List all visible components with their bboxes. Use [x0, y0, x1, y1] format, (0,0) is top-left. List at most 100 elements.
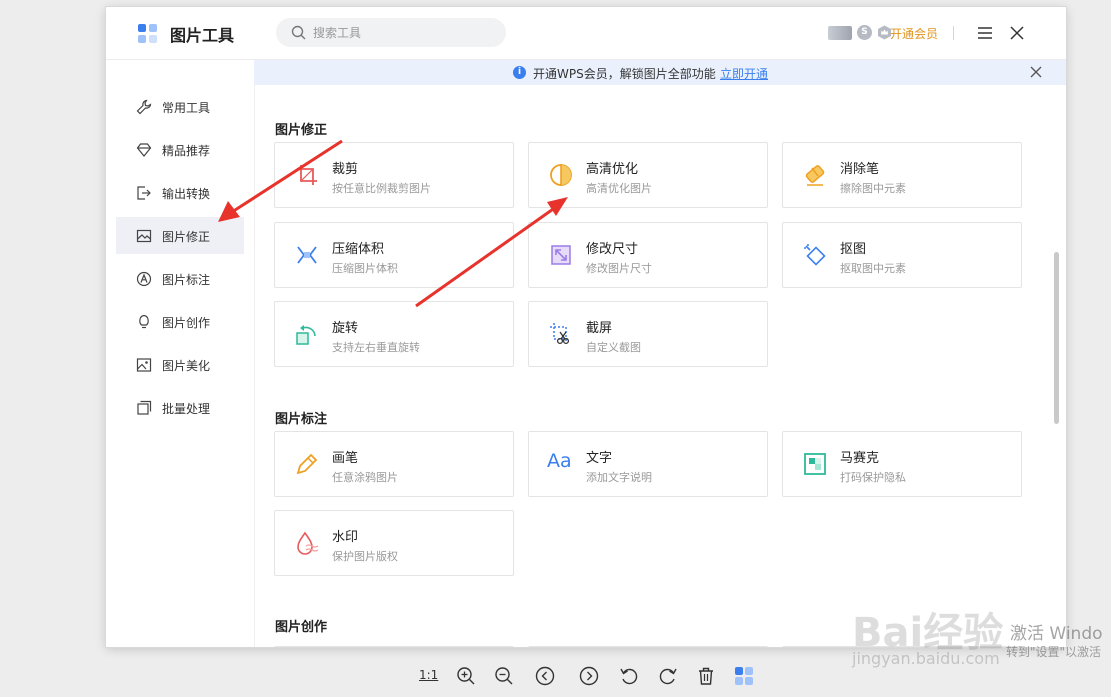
delete-icon[interactable]: [696, 666, 716, 686]
card-desc: 添加文字说明: [586, 471, 652, 484]
card-title: 修改尺寸: [586, 242, 639, 257]
card-desc: 自定义截图: [586, 341, 641, 354]
card-desc: 压缩图片体积: [332, 262, 398, 275]
sidebar-item-label: 图片美化: [162, 359, 211, 373]
watermark-icon: [297, 531, 319, 555]
card-desc: 保护图片版权: [332, 550, 398, 563]
card-desc: 任意涂鸦图片: [332, 471, 398, 484]
card-title: 压缩体积: [332, 242, 385, 257]
card-desc: 按任意比例裁剪图片: [332, 182, 431, 195]
tool-card-cutout[interactable]: 抠图 抠取图中元素: [782, 222, 1022, 288]
sidebar-item-label: 输出转换: [162, 187, 211, 201]
banner-close-icon[interactable]: [1030, 66, 1042, 78]
tool-card-eraser[interactable]: 消除笔 擦除图中元素: [782, 142, 1022, 208]
sidebar-item-batch[interactable]: 批量处理: [116, 389, 244, 426]
app-logo-icon: [138, 24, 158, 44]
ratio-button[interactable]: 1:1: [419, 668, 438, 682]
card-title: 截屏: [586, 321, 613, 336]
card-desc: 打码保护隐私: [840, 471, 906, 484]
tool-content: 图片修正 裁剪 按任意比例裁剪图片 高清优化 高清优化图片 消除笔 擦除图中元素…: [254, 85, 1066, 647]
section-title: 图片标注: [275, 412, 328, 427]
scrollbar-thumb[interactable]: [1054, 252, 1059, 424]
sidebar-item-label: 图片标注: [162, 273, 211, 287]
export-icon: [137, 186, 151, 200]
menu-icon[interactable]: [976, 24, 994, 42]
avatar[interactable]: [828, 26, 852, 40]
tool-card-text[interactable]: Aa 文字 添加文字说明: [528, 431, 768, 497]
hd-icon: [550, 164, 572, 186]
card-title: 裁剪: [332, 162, 359, 177]
sidebar-item-label: 图片创作: [162, 316, 211, 330]
search-box[interactable]: [276, 18, 506, 47]
rotate-right-icon[interactable]: [658, 666, 678, 686]
resize-icon: [551, 245, 571, 265]
windows-activation-subtext: 转到"设置"以激活: [1006, 645, 1102, 659]
tool-card-hd[interactable]: 高清优化 高清优化图片: [528, 142, 768, 208]
rotate-icon: [296, 325, 316, 345]
close-icon[interactable]: [1008, 24, 1026, 42]
section-title: 图片修正: [275, 123, 328, 138]
zoom-out-icon[interactable]: [494, 666, 514, 686]
card-title: 画笔: [332, 451, 359, 466]
bulb-icon: [139, 314, 149, 329]
card-desc: 抠取图中元素: [840, 262, 906, 275]
app-title: 图片工具: [170, 26, 235, 45]
banner-open-link[interactable]: 立即开通: [720, 65, 768, 82]
card-title: 抠图: [840, 242, 867, 257]
tool-card-rotate[interactable]: 旋转 支持左右垂直旋转: [274, 301, 514, 367]
tool-card-watermark[interactable]: 水印 保护图片版权: [274, 510, 514, 576]
zoom-in-icon[interactable]: [456, 666, 476, 686]
card-title: 文字: [586, 451, 613, 466]
info-icon: i: [513, 66, 526, 79]
baidu-url-watermark: jingyan.baidu.com: [852, 649, 1000, 668]
pen-icon: [296, 453, 318, 475]
sidebar-item-annotate[interactable]: 图片标注: [116, 260, 244, 297]
sidebar-item-label: 批量处理: [162, 402, 211, 416]
sidebar: 常用工具 精品推荐 输出转换 图片修正 图片标注 图片创作 图片美化 批量处理: [106, 60, 255, 647]
search-input[interactable]: [313, 23, 493, 42]
crop-icon: [297, 165, 317, 185]
card-title: 旋转: [332, 321, 359, 336]
tool-card-pen[interactable]: 画笔 任意涂鸦图片: [274, 431, 514, 497]
image-tool-window: 图片工具 S 开通会员: [106, 7, 1066, 647]
tool-card-resize[interactable]: 修改尺寸 修改图片尺寸: [528, 222, 768, 288]
section-title: 图片创作: [275, 620, 328, 635]
annotate-icon: [136, 271, 152, 287]
screenshot-icon: [550, 323, 570, 345]
compress-icon: [297, 246, 317, 264]
mosaic-icon: [804, 453, 826, 475]
card-title: 水印: [332, 530, 359, 545]
windows-activation-text: 激活 Windo: [1010, 624, 1103, 644]
tool-card-mosaic[interactable]: 马赛克 打码保护隐私: [782, 431, 1022, 497]
tool-card-screenshot[interactable]: 截屏 自定义截图: [528, 301, 768, 367]
divider: [953, 26, 954, 40]
cutout-icon: [804, 244, 826, 266]
tool-card-crop[interactable]: 裁剪 按任意比例裁剪图片: [274, 142, 514, 208]
picture-icon: [136, 358, 152, 372]
card-title: 消除笔: [840, 162, 880, 177]
sidebar-item-beautify[interactable]: 图片美化: [116, 346, 244, 383]
card-desc: 擦除图中元素: [840, 182, 906, 195]
diamond-icon: [136, 143, 152, 157]
sidebar-item-label: 图片修正: [162, 230, 211, 244]
eraser-icon: [805, 165, 825, 186]
sidebar-item-create[interactable]: 图片创作: [116, 303, 244, 340]
next-icon[interactable]: [579, 666, 599, 686]
tool-card-compress[interactable]: 压缩体积 压缩图片体积: [274, 222, 514, 288]
apps-icon[interactable]: [734, 666, 754, 686]
sidebar-item-label: 常用工具: [162, 101, 211, 115]
previous-icon[interactable]: [535, 666, 555, 686]
image-fix-icon: [136, 229, 152, 243]
vip-button[interactable]: 开通会员: [890, 25, 938, 42]
sidebar-item-label: 精品推荐: [162, 144, 211, 158]
coin-icon[interactable]: S: [857, 25, 872, 40]
rotate-left-icon[interactable]: [619, 666, 639, 686]
search-icon: [291, 25, 306, 40]
sidebar-item-export[interactable]: 输出转换: [116, 174, 244, 211]
sidebar-item-common-tools[interactable]: 常用工具: [116, 88, 244, 125]
sidebar-item-image-fix[interactable]: 图片修正: [116, 217, 244, 254]
title-actions: S 开通会员: [802, 21, 1042, 45]
sidebar-item-recommended[interactable]: 精品推荐: [116, 131, 244, 168]
card-desc: 支持左右垂直旋转: [332, 341, 420, 354]
card-title: 马赛克: [840, 451, 880, 466]
